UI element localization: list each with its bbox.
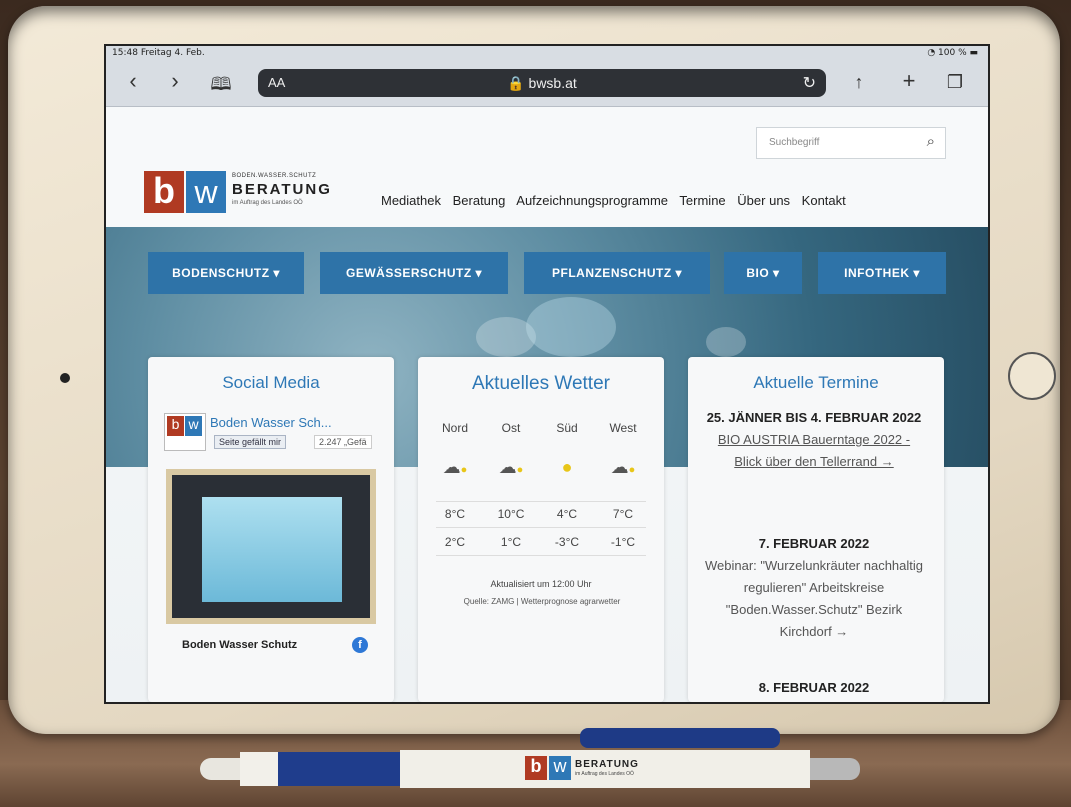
home-button[interactable] [1008, 352, 1056, 400]
nav-ueber-uns[interactable]: Über uns [737, 193, 790, 208]
nav-beratung[interactable]: Beratung [453, 193, 506, 208]
tablet-screen: 15:48 Freitag 4. Feb. ◔ 100 % ▬ ‹ › 🕮 AA… [104, 44, 990, 704]
new-tab-icon[interactable]: + [894, 68, 924, 94]
event-date: 25. JÄNNER BIS 4. FEBRUAR 2022 [706, 410, 922, 425]
page-name-link[interactable]: Boden Wasser Sch... [210, 415, 332, 430]
presentation-slide [202, 497, 342, 602]
event-date: 8. FEBRUAR 2022 [758, 680, 870, 695]
social-media-card: Social Media bw Boden Wasser Sch... Seit… [148, 357, 394, 702]
event-item: 7. FEBRUAR 2022 Webinar: "Wurzelunkräute… [704, 533, 924, 643]
event-item: 8. FEBRUAR 2022 [704, 677, 924, 699]
weather-card: Aktuelles Wetter Nord Ost Süd West ☁● ☁●… [418, 357, 664, 702]
event-link[interactable]: Webinar: "Wurzelunkräuter nachhaltig reg… [704, 555, 924, 643]
logo-line1: BODEN.WASSER.SCHUTZ [232, 173, 317, 179]
temp-low-sued: -3°C [554, 535, 580, 549]
back-icon[interactable]: ‹ [118, 68, 148, 94]
partly-cloudy-icon: ☁● [610, 457, 636, 477]
search-input[interactable]: Suchbegriff ⌕ [756, 127, 946, 159]
page-avatar: bw [164, 413, 206, 451]
weather-region-nord: Nord [441, 421, 468, 435]
ballpoint-pen: b w BERATUNG im Auftrag des Landes OÖ [200, 728, 860, 796]
site-logo[interactable]: b w BODEN.WASSER.SCHUTZ BERATUNG im Auft… [144, 169, 354, 215]
bookmarks-icon[interactable]: 🕮 [206, 72, 236, 102]
nav-kontakt[interactable]: Kontakt [802, 193, 846, 208]
events-title: Aktuelle Termine [753, 373, 879, 392]
logo-line2: BERATUNG [232, 181, 332, 198]
browser-toolbar: ‹ › 🕮 AA 🔒 bwsb.at ↻ ↑ + ❐ [106, 62, 988, 107]
nav-termine[interactable]: Termine [679, 193, 725, 208]
pen-end [810, 758, 860, 780]
divider [436, 527, 646, 528]
like-page-button[interactable]: Seite gefällt mir [214, 435, 287, 449]
temp-low-ost: 1°C [500, 535, 522, 549]
social-media-title: Social Media [222, 373, 320, 392]
menu-bodenschutz[interactable]: BODENSCHUTZ ▾ [148, 252, 304, 294]
weather-updated: Aktualisiert um 12:00 Uhr [490, 579, 592, 589]
pen-logo: b w BERATUNG im Auftrag des Landes OÖ [525, 756, 675, 782]
menu-gewaesserschutz[interactable]: GEWÄSSERSCHUTZ ▾ [320, 252, 508, 294]
address-bar[interactable]: AA 🔒 bwsb.at ↻ [258, 69, 826, 97]
weather-source[interactable]: Quelle: ZAMG | Wetterprognose agrarwette… [432, 595, 652, 608]
temp-high-west: 7°C [612, 507, 634, 521]
menu-pflanzenschutz[interactable]: PFLANZENSCHUTZ ▾ [524, 252, 710, 294]
forward-icon[interactable]: › [160, 68, 190, 94]
divider [436, 555, 646, 556]
tabs-icon[interactable]: ❐ [940, 72, 970, 93]
event-date: 7. FEBRUAR 2022 [758, 536, 870, 551]
camera-icon [60, 373, 70, 383]
temp-high-ost: 10°C [497, 507, 525, 521]
divider [436, 501, 646, 502]
battery-indicator: ◔ 100 % ▬ [927, 48, 978, 58]
logo-line3: im Auftrag des Landes OÖ [232, 200, 303, 206]
event-item: 25. JÄNNER BIS 4. FEBRUAR 2022 BIO AUSTR… [704, 407, 924, 473]
facebook-page-widget[interactable]: bw Boden Wasser Sch... Seite gefällt mir… [164, 413, 374, 453]
status-time-date: 15:48 Freitag 4. Feb. [112, 48, 205, 58]
weather-region-sued: Süd [556, 421, 578, 435]
weather-region-west: West [609, 421, 637, 435]
menu-infothek[interactable]: INFOTHEK ▾ [818, 252, 946, 294]
status-bar: 15:48 Freitag 4. Feb. ◔ 100 % ▬ [106, 46, 988, 62]
reload-icon[interactable]: ↻ [803, 73, 816, 93]
social-post-image[interactable] [166, 469, 376, 624]
pen-tip [200, 758, 240, 780]
share-icon[interactable]: ↑ [844, 72, 874, 93]
weather-region-ost: Ost [501, 421, 521, 435]
event-link[interactable]: BIO AUSTRIA Bauerntage 2022 - Blick über… [704, 429, 924, 473]
temp-high-nord: 8°C [444, 507, 466, 521]
tablet-device: 15:48 Freitag 4. Feb. ◔ 100 % ▬ ‹ › 🕮 AA… [8, 6, 1060, 734]
nav-aufzeichnungsprogramme[interactable]: Aufzeichnungsprogramme [516, 193, 668, 208]
social-footer-name[interactable]: Boden Wasser Schutz [182, 639, 297, 651]
search-icon[interactable]: ⌕ [927, 133, 935, 150]
temp-low-west: -1°C [610, 535, 636, 549]
menu-bio[interactable]: BIO ▾ [724, 252, 802, 294]
logo-w: w [186, 171, 226, 213]
top-navigation: Mediathek Beratung Aufzeichnungsprogramm… [381, 193, 854, 208]
pen-grip [278, 752, 400, 786]
like-count: 2.247 „Gefä [314, 435, 372, 449]
logo-b: b [144, 171, 184, 213]
sun-icon: ● [561, 457, 573, 477]
facebook-icon[interactable]: f [352, 637, 368, 653]
url-text: 🔒 bwsb.at [507, 75, 577, 91]
events-card: Aktuelle Termine 25. JÄNNER BIS 4. FEBRU… [688, 357, 944, 702]
search-placeholder: Suchbegriff [769, 137, 820, 148]
temp-low-nord: 2°C [444, 535, 466, 549]
partly-cloudy-icon: ☁● [498, 457, 524, 477]
pen-clip [580, 728, 780, 748]
nav-mediathek[interactable]: Mediathek [381, 193, 441, 208]
website: Suchbegriff ⌕ b w BODEN.WASSER.SCHUTZ BE… [106, 107, 988, 702]
weather-title: Aktuelles Wetter [472, 373, 610, 394]
partly-cloudy-icon: ☁● [442, 457, 468, 477]
temp-high-sued: 4°C [556, 507, 578, 521]
